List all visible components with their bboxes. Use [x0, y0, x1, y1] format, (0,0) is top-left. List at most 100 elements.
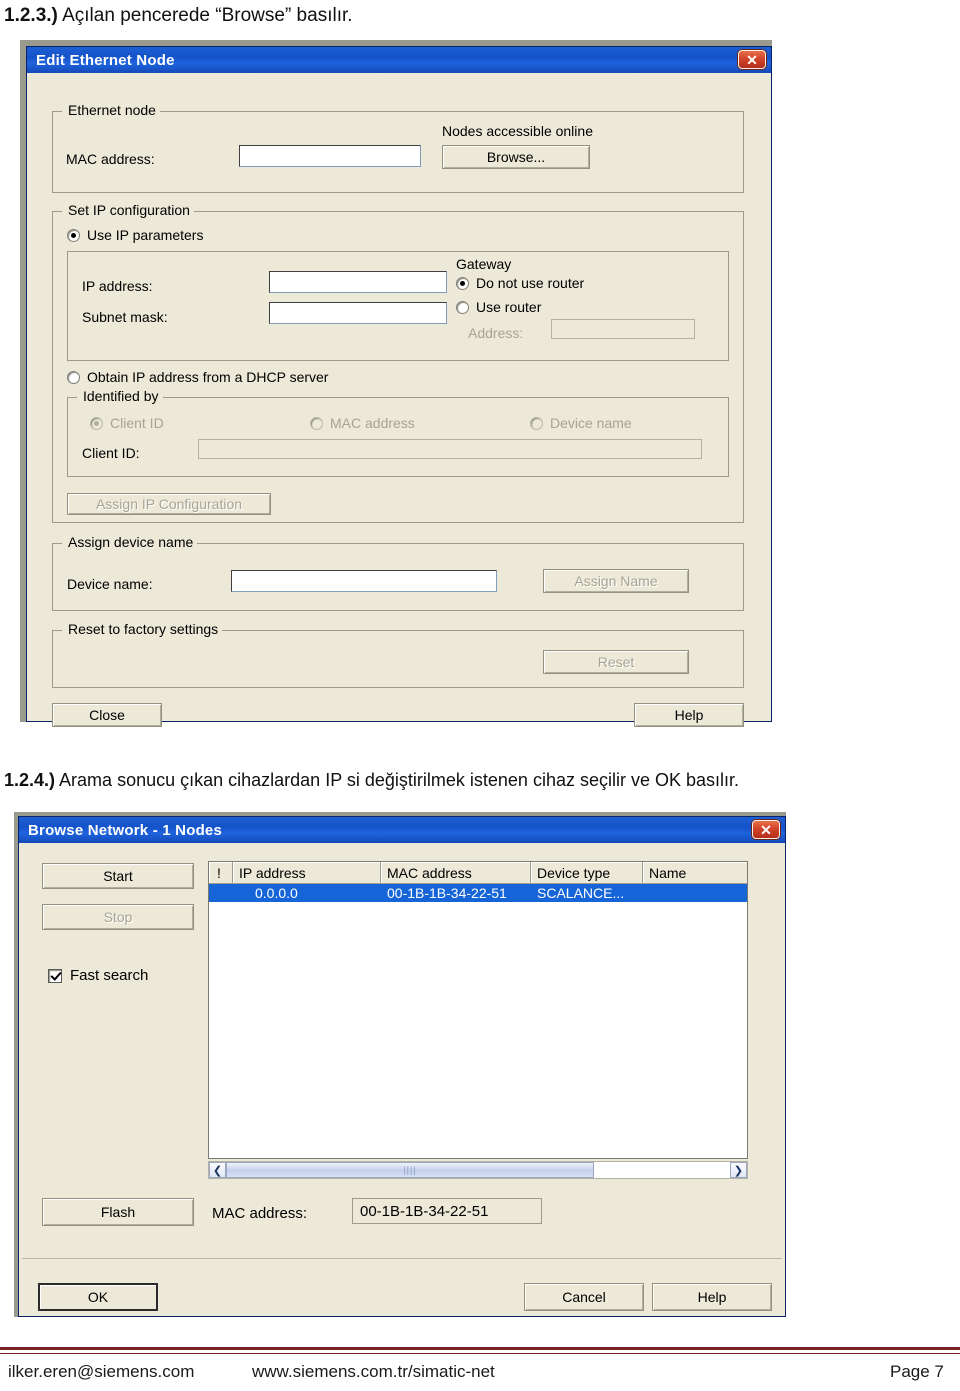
radio-dot-icon — [456, 276, 469, 290]
browse-mac-address-value: 00-1B-1B-34-22-51 — [352, 1198, 542, 1224]
gateway-address-input[interactable] — [551, 319, 695, 339]
set-ip-configuration-group: Set IP configuration Use IP parameters I… — [52, 202, 744, 523]
mac-address-radio[interactable]: MAC address — [310, 415, 415, 431]
use-ip-parameters-radio[interactable]: Use IP parameters — [67, 227, 203, 243]
radio-dot-icon — [530, 416, 543, 430]
step-1-2-3-body: Açılan pencerede “Browse” basılır. — [62, 5, 353, 26]
scroll-right-icon[interactable]: ❯ — [730, 1162, 747, 1178]
device-name-input[interactable] — [231, 570, 497, 592]
close-button[interactable]: Close — [52, 703, 162, 727]
scroll-left-icon[interactable]: ❮ — [209, 1162, 226, 1178]
mac-address-radio-label: MAC address — [330, 415, 415, 431]
footer-divider — [0, 1347, 960, 1354]
browse-network-body: Start Stop Fast search Flash ! IP addres… — [22, 843, 782, 1313]
assign-name-button[interactable]: Assign Name — [543, 569, 689, 593]
cell-device-type: SCALANCE... — [537, 885, 625, 901]
device-name-radio-label: Device name — [550, 415, 632, 431]
device-list-header: ! IP address MAC address Device type Nam… — [209, 862, 747, 884]
scrollbar-track[interactable]: |||| — [226, 1162, 730, 1178]
close-icon[interactable]: ✕ — [738, 50, 766, 69]
ip-address-input[interactable] — [269, 271, 447, 293]
device-list[interactable]: ! IP address MAC address Device type Nam… — [208, 861, 748, 1159]
client-id-radio[interactable]: Client ID — [90, 415, 164, 431]
mac-address-input[interactable] — [239, 145, 421, 167]
column-header-flag[interactable]: ! — [209, 862, 233, 883]
edit-ethernet-node-dialog: Edit Ethernet Node ✕ Ethernet node MAC a… — [26, 46, 772, 727]
obtain-ip-from-dhcp-label: Obtain IP address from a DHCP server — [87, 369, 329, 385]
ip-parameters-panel: IP address: Subnet mask: Gateway Do not … — [67, 251, 729, 361]
table-row[interactable]: 0.0.0.0 00-1B-1B-34-22-51 SCALANCE... — [209, 884, 747, 902]
radio-dot-icon — [67, 370, 80, 384]
assign-device-name-legend: Assign device name — [64, 534, 198, 550]
nodes-accessible-online-label: Nodes accessible online — [442, 123, 593, 139]
divider — [22, 1258, 782, 1259]
radio-dot-icon — [90, 416, 103, 430]
radio-dot-icon — [310, 416, 323, 430]
stop-button[interactable]: Stop — [42, 904, 194, 930]
do-not-use-router-radio[interactable]: Do not use router — [456, 275, 584, 291]
browse-help-button[interactable]: Help — [652, 1283, 772, 1311]
cell-mac-address: 00-1B-1B-34-22-51 — [387, 885, 507, 901]
reset-button[interactable]: Reset — [543, 650, 689, 674]
fast-search-label: Fast search — [70, 967, 149, 984]
client-id-label: Client ID: — [82, 445, 140, 461]
obtain-ip-from-dhcp-radio[interactable]: Obtain IP address from a DHCP server — [67, 369, 328, 385]
browse-mac-address-label: MAC address: — [212, 1205, 308, 1222]
column-header-name[interactable]: Name — [643, 862, 747, 883]
flash-button[interactable]: Flash — [42, 1198, 194, 1226]
checkmark-icon — [48, 968, 62, 983]
step-1-2-4-text: 1.2.4.) Arama sonucu çıkan cihazlardan I… — [4, 768, 739, 792]
edit-ethernet-node-body: Ethernet node MAC address: Nodes accessi… — [30, 73, 768, 727]
mac-address-label: MAC address: — [66, 151, 155, 167]
ok-button[interactable]: OK — [38, 1283, 158, 1311]
browse-network-title: Browse Network - 1 Nodes — [28, 821, 223, 839]
footer-page-number: Page 7 — [890, 1362, 944, 1381]
cancel-button[interactable]: Cancel — [524, 1283, 644, 1311]
client-id-radio-label: Client ID — [110, 415, 164, 431]
fast-search-checkbox[interactable]: Fast search — [48, 967, 148, 984]
subnet-mask-input[interactable] — [269, 302, 447, 324]
radio-dot-icon — [67, 228, 80, 242]
horizontal-scrollbar[interactable]: ❮ |||| ❯ — [208, 1161, 748, 1179]
browse-network-titlebar: Browse Network - 1 Nodes ✕ — [19, 817, 785, 843]
do-not-use-router-label: Do not use router — [476, 275, 585, 291]
device-name-radio[interactable]: Device name — [530, 415, 632, 431]
assign-device-name-group: Assign device name Device name: Assign N… — [52, 534, 744, 611]
use-router-label: Use router — [476, 299, 542, 315]
device-name-label: Device name: — [67, 576, 153, 592]
browse-network-dialog: Browse Network - 1 Nodes ✕ Start Stop Fa… — [18, 816, 786, 1317]
subnet-mask-label: Subnet mask: — [82, 309, 168, 325]
gateway-address-label: Address: — [468, 325, 524, 341]
client-id-input[interactable] — [198, 439, 702, 459]
step-1-2-3-text: 1.2.3.) Açılan pencerede “Browse” basılı… — [4, 4, 353, 28]
ip-address-label: IP address: — [82, 278, 153, 294]
cell-ip-address: 0.0.0.0 — [255, 885, 298, 901]
reset-to-factory-settings-legend: Reset to factory settings — [64, 621, 223, 637]
scrollbar-thumb[interactable]: |||| — [226, 1162, 594, 1178]
column-header-mac-address[interactable]: MAC address — [381, 862, 531, 883]
column-header-ip-address[interactable]: IP address — [233, 862, 381, 883]
assign-ip-configuration-button[interactable]: Assign IP Configuration — [67, 493, 271, 515]
set-ip-configuration-legend: Set IP configuration — [64, 202, 194, 218]
help-button[interactable]: Help — [634, 703, 744, 727]
step-1-2-4-body: Arama sonucu çıkan cihazlardan IP si değ… — [59, 770, 740, 790]
step-1-2-3-number: 1.2.3.) — [4, 5, 58, 26]
use-ip-parameters-label: Use IP parameters — [87, 227, 204, 243]
reset-to-factory-settings-group: Reset to factory settings Reset — [52, 621, 744, 688]
footer-website: www.siemens.com.tr/simatic-net — [252, 1362, 495, 1381]
column-header-device-type[interactable]: Device type — [531, 862, 643, 883]
start-button[interactable]: Start — [42, 863, 194, 889]
use-router-radio[interactable]: Use router — [456, 299, 541, 315]
step-1-2-4-number: 1.2.4.) — [4, 770, 56, 790]
close-icon[interactable]: ✕ — [752, 820, 780, 839]
ethernet-node-group: Ethernet node MAC address: Nodes accessi… — [52, 102, 744, 193]
footer-email: ilker.eren@siemens.com — [8, 1362, 195, 1381]
edit-ethernet-node-title: Edit Ethernet Node — [36, 51, 175, 69]
browse-button[interactable]: Browse... — [442, 145, 590, 169]
ethernet-node-group-legend: Ethernet node — [64, 102, 160, 118]
identified-by-legend: Identified by — [79, 388, 163, 404]
edit-ethernet-node-titlebar: Edit Ethernet Node ✕ — [27, 47, 771, 73]
gateway-legend: Gateway — [456, 256, 512, 272]
identified-by-group: Identified by Client ID MAC address Devi… — [67, 388, 729, 477]
radio-dot-icon — [456, 300, 469, 314]
